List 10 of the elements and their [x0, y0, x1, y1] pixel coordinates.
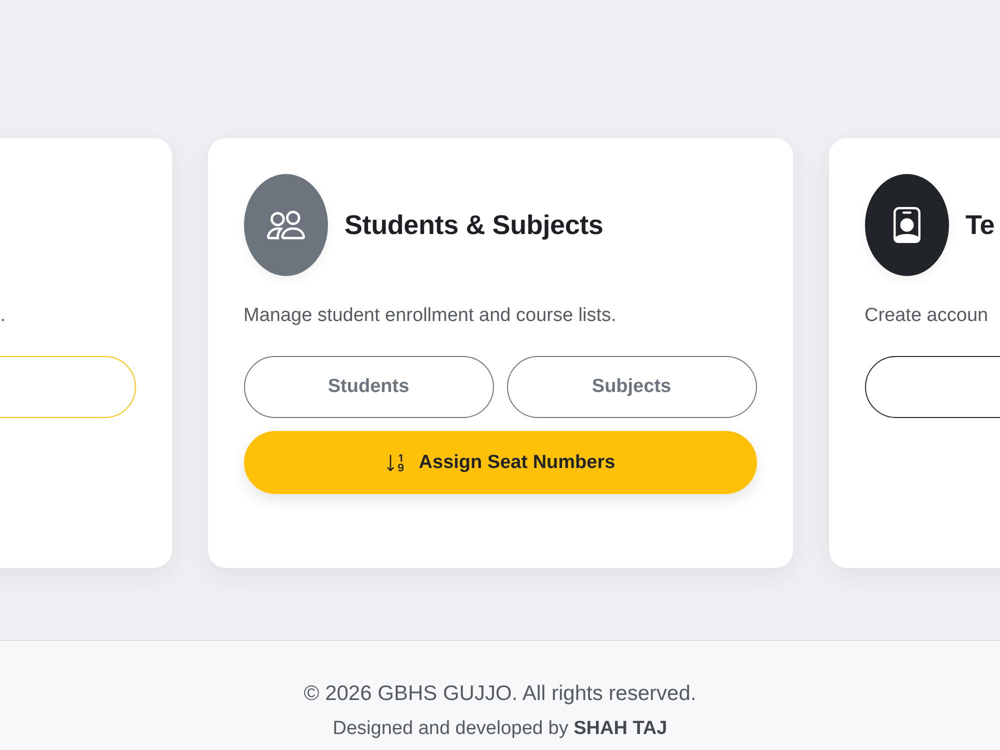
card-title: Students & Subjects: [344, 210, 604, 240]
card-title: Te: [966, 210, 995, 240]
credits-text: Designed and developed by SHAH TAJ: [332, 717, 668, 741]
card-description: Create accoun: [864, 304, 988, 328]
card-description: Manage student enrollment and course lists.: [244, 304, 616, 328]
card-description: .: [0, 304, 6, 328]
outline-button[interactable]: Students: [244, 356, 494, 418]
assign-button[interactable]: Assign Seat Numbers: [244, 431, 756, 494]
copyright-text: © 2026 GBHS GUJJO. All rights reserved.: [304, 681, 696, 707]
outline-button[interactable]: Subjects: [506, 356, 756, 418]
